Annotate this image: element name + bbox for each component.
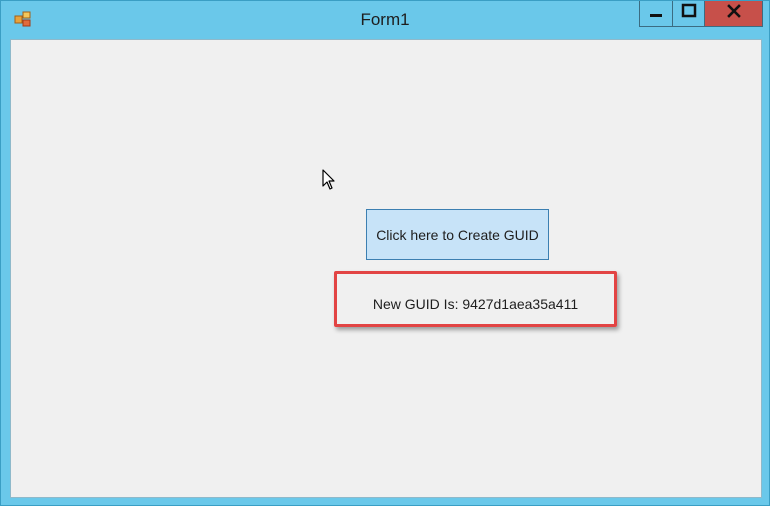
create-guid-button[interactable]: Click here to Create GUID bbox=[366, 209, 549, 260]
close-icon bbox=[726, 3, 742, 24]
maximize-button[interactable] bbox=[672, 1, 705, 27]
guid-result-label: New GUID Is: 9427d1aea35a411 bbox=[372, 296, 579, 312]
mouse-cursor-icon bbox=[322, 169, 336, 191]
maximize-icon bbox=[681, 3, 697, 24]
form-client-area: Click here to Create GUID New GUID Is: 9… bbox=[10, 39, 762, 498]
minimize-button[interactable] bbox=[639, 1, 673, 27]
close-button[interactable] bbox=[704, 1, 763, 27]
title-bar[interactable]: Form1 bbox=[1, 1, 769, 39]
form1-window: Form1 Click here to Create GUID New GUID… bbox=[0, 0, 770, 506]
minimize-icon bbox=[648, 3, 664, 24]
